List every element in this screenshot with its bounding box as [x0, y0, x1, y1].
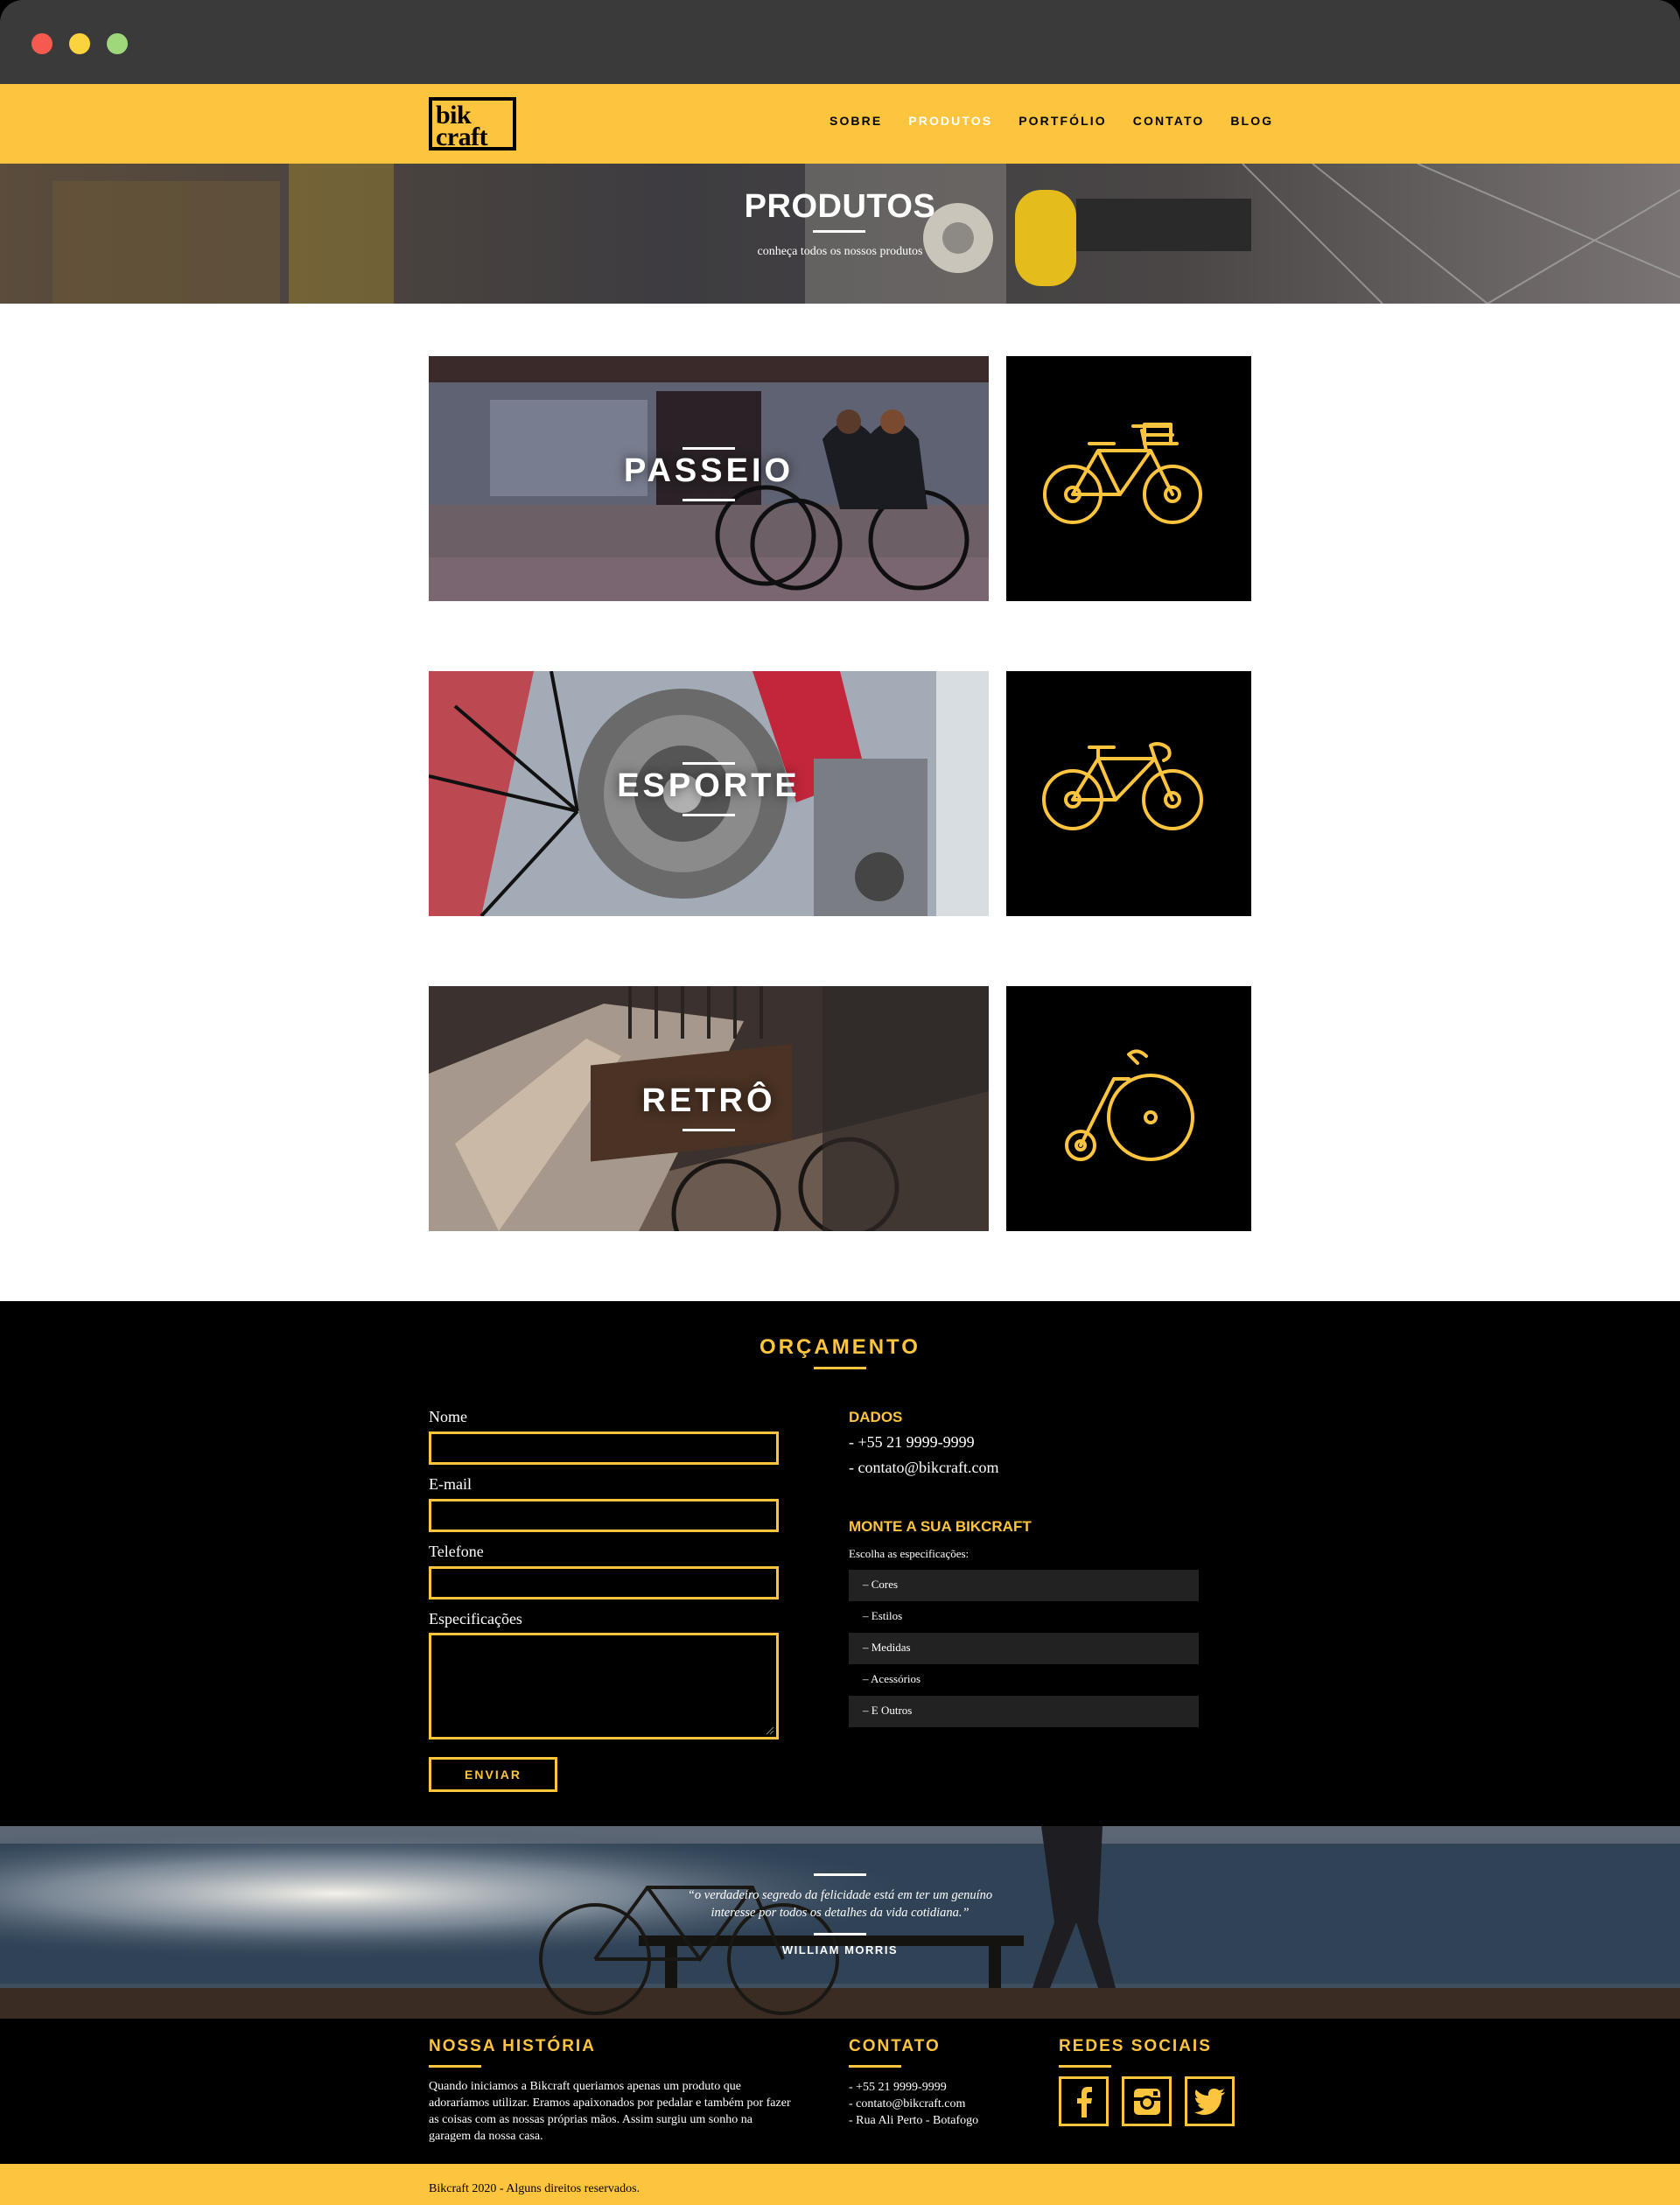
instagram-link[interactable]	[1122, 2076, 1172, 2126]
phone-field[interactable]	[429, 1566, 779, 1600]
product-label-retro: RETRÔ	[641, 1082, 776, 1119]
window-maximize-button[interactable]	[107, 33, 128, 54]
redes-title: REDES SOCIAIS	[1059, 2037, 1212, 2055]
product-label-passeio: PASSEIO	[623, 452, 794, 489]
facebook-icon	[1076, 2086, 1092, 2118]
product-retro-image[interactable]: RETRÔ	[429, 986, 989, 1231]
product-retro-icon-tile[interactable]	[1006, 986, 1251, 1231]
contato-phone: - +55 21 9999-9999	[849, 2081, 947, 2094]
product-label-line	[682, 762, 735, 765]
contato-title: CONTATO	[849, 2037, 941, 2055]
dados-phone: - +55 21 9999-9999	[849, 1433, 975, 1451]
nav-blog[interactable]: BLOG	[1230, 114, 1273, 128]
budget-title: ORÇAMENTO	[760, 1335, 920, 1359]
spec-item[interactable]: – Estilos	[849, 1601, 1199, 1633]
historia-title: NOSSA HISTÓRIA	[429, 2037, 596, 2055]
product-esporte-icon-tile[interactable]	[1006, 671, 1251, 916]
quote-text: “o verdadeiro segredo da felicidade está…	[687, 1888, 993, 1920]
spec-item[interactable]: – Acessórios	[849, 1664, 1199, 1696]
copyright-bar	[0, 2164, 1680, 2205]
name-field[interactable]	[429, 1432, 779, 1465]
page-subtitle: conheça todos os nossos produtos	[757, 245, 923, 258]
product-label-line	[682, 814, 735, 816]
dados-title: DADOS	[849, 1409, 903, 1425]
browser-chrome	[0, 0, 1680, 84]
title-underline	[813, 230, 865, 233]
quote-line-top	[814, 1873, 866, 1876]
hero-image	[0, 164, 1680, 304]
historia-underline	[429, 2065, 481, 2068]
copyright-text: Bikcraft 2020 - Alguns direitos reservad…	[429, 2182, 640, 2195]
spec-item[interactable]: – Medidas	[849, 1633, 1199, 1664]
nav-portfolio[interactable]: PORTFÓLIO	[1018, 114, 1107, 128]
contato-underline	[849, 2065, 901, 2068]
city-bike-icon	[1043, 423, 1202, 524]
nav-contato[interactable]: CONTATO	[1133, 114, 1205, 128]
historia-text: Quando iniciamos a Bikcraft queriamos ap…	[429, 2080, 791, 2143]
product-passeio-icon-tile[interactable]	[1006, 356, 1251, 601]
product-label-line	[682, 1129, 735, 1131]
monte-subtitle: Escolha as especificações:	[849, 1547, 970, 1560]
quote-author: WILLIAM MORRIS	[781, 1943, 899, 1956]
dados-email: - contato@bikcraft.com	[849, 1459, 999, 1476]
budget-title-underline	[814, 1367, 866, 1369]
product-label-line	[682, 499, 735, 501]
window-minimize-button[interactable]	[69, 33, 90, 54]
email-field[interactable]	[429, 1499, 779, 1532]
spec-item[interactable]: – E Outros	[849, 1696, 1199, 1727]
penny-farthing-icon	[1065, 1049, 1194, 1161]
spec-item[interactable]: – Cores	[849, 1570, 1199, 1601]
nav-produtos[interactable]: PRODUTOS	[908, 114, 992, 128]
twitter-link[interactable]	[1185, 2076, 1235, 2126]
logo-line-2: craft	[436, 122, 488, 151]
specs-label: Especificações	[429, 1610, 522, 1628]
main-nav: SOBRE PRODUTOS PORTFÓLIO CONTATO BLOG	[830, 114, 1273, 128]
product-passeio-image[interactable]: PASSEIO	[429, 356, 989, 601]
quote-line-bottom	[814, 1933, 866, 1936]
redes-underline	[1059, 2065, 1111, 2068]
product-esporte-image[interactable]: ESPORTE	[429, 671, 989, 916]
page-title: PRODUTOS	[744, 188, 936, 225]
product-label-line	[682, 447, 735, 450]
phone-label: Telefone	[429, 1543, 484, 1560]
facebook-link[interactable]	[1059, 2076, 1109, 2126]
instagram-icon	[1133, 2088, 1160, 2115]
road-bike-icon	[1042, 742, 1203, 830]
name-label: Nome	[429, 1408, 467, 1425]
email-label: E-mail	[429, 1475, 472, 1493]
logo[interactable]: bik craft	[429, 97, 516, 150]
specs-textarea[interactable]	[429, 1633, 779, 1740]
contato-email: - contato@bikcraft.com	[849, 2097, 966, 2110]
quote-background-image	[0, 1826, 1680, 2019]
submit-button[interactable]: ENVIAR	[429, 1757, 557, 1792]
window-close-button[interactable]	[32, 33, 52, 54]
resize-handle-icon[interactable]	[766, 1726, 774, 1735]
twitter-icon	[1194, 2088, 1225, 2115]
contato-address: - Rua Ali Perto - Botafogo	[849, 2114, 979, 2127]
product-label-esporte: ESPORTE	[617, 767, 801, 804]
monte-title: MONTE A SUA BIKCRAFT	[849, 1518, 1032, 1535]
nav-sobre[interactable]: SOBRE	[830, 114, 882, 128]
